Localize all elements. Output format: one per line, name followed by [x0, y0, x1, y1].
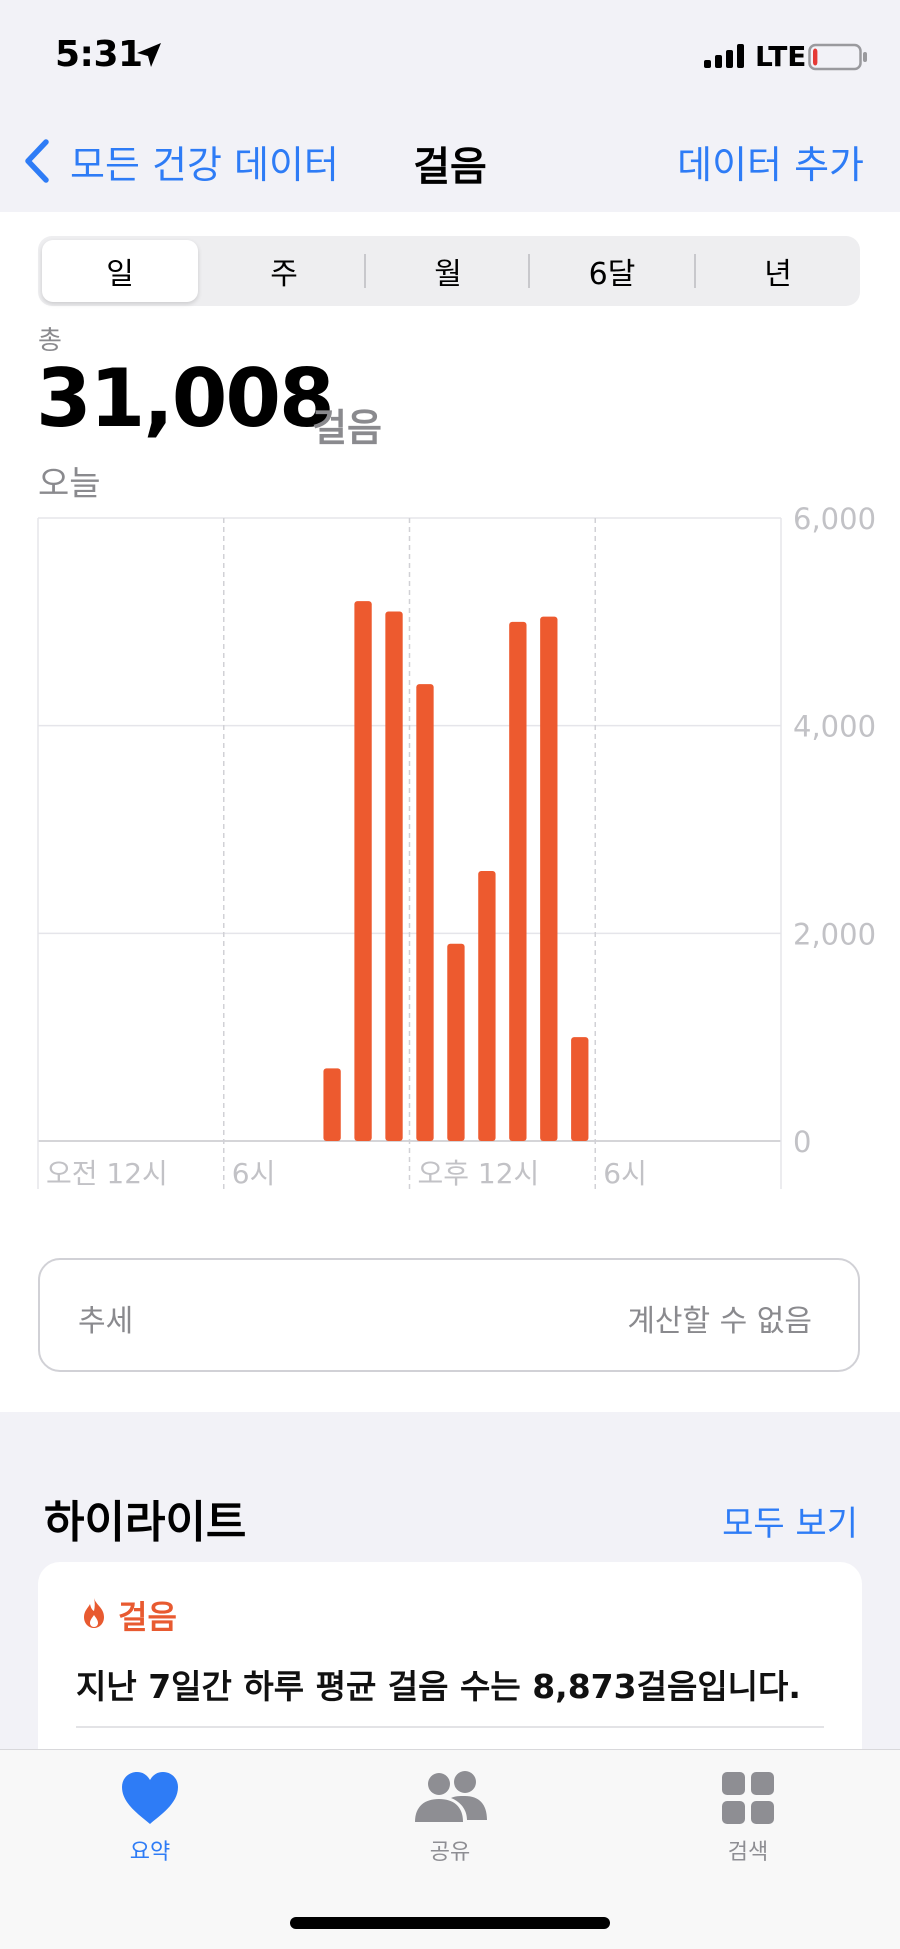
- chart-bar[interactable]: [571, 1037, 589, 1141]
- segment-divider: [364, 254, 366, 288]
- tab-label: 검색: [727, 1840, 769, 1865]
- highlights-title: 하이라이트: [44, 1497, 247, 1548]
- chart-bar[interactable]: [509, 621, 527, 1141]
- x-tick-label: 6시: [232, 1157, 276, 1190]
- y-tick-label: 0: [793, 1125, 811, 1159]
- chart-bar[interactable]: [447, 943, 465, 1141]
- battery-icon: [808, 43, 867, 71]
- x-tick-label: 6시: [603, 1157, 647, 1190]
- time-range-segmented-control: 일 주 월 6달 년: [38, 236, 860, 306]
- y-tick-label: 6,000: [793, 502, 876, 536]
- steps-bar-chart[interactable]: 0 2,000 4,000 6,000 오전 12시 6시 오후 12시 6시: [0, 497, 900, 1217]
- x-tick-label: 오전 12시: [46, 1157, 168, 1190]
- chart-bar[interactable]: [416, 684, 434, 1141]
- grid-icon: [722, 1772, 774, 1824]
- see-all-button[interactable]: 모두 보기: [722, 1496, 858, 1545]
- y-tick-label: 2,000: [793, 917, 876, 951]
- people-icon: [415, 1771, 487, 1822]
- chart-bar[interactable]: [354, 601, 372, 1141]
- y-tick-label: 4,000: [793, 710, 876, 744]
- trend-label: 추세: [78, 1304, 134, 1339]
- total-steps-unit: 걸음: [312, 406, 382, 450]
- status-bar: 5:31 LTE: [0, 0, 900, 110]
- segment-divider: [528, 254, 530, 288]
- chart-bar[interactable]: [540, 616, 558, 1141]
- segment-week[interactable]: 주: [206, 240, 362, 302]
- tab-label: 요약: [129, 1840, 171, 1865]
- total-steps-value: 31,008: [36, 352, 335, 445]
- chart-bar[interactable]: [385, 611, 403, 1141]
- segment-month[interactable]: 월: [370, 240, 526, 302]
- x-tick-label: 오후 12시: [418, 1157, 540, 1190]
- trend-row[interactable]: 추세 계산할 수 없음: [38, 1258, 860, 1372]
- heart-icon: [122, 1772, 178, 1824]
- add-data-button[interactable]: 데이터 추가: [677, 134, 864, 189]
- segment-divider: [694, 254, 696, 288]
- highlight-category: 걸음: [118, 1598, 177, 1636]
- status-time: 5:31: [55, 34, 143, 75]
- highlight-text: 지난 7일간 하루 평균 걸음 수는 8,873걸음입니다.: [76, 1667, 801, 1706]
- trend-value: 계산할 수 없음: [627, 1304, 812, 1339]
- location-arrow-icon: [137, 43, 161, 67]
- segment-year[interactable]: 년: [700, 240, 856, 302]
- tab-label: 공유: [429, 1840, 471, 1865]
- steps-detail-card: 일 주 월 6달 년 총 31,008 걸음 오늘 0 2,000 4,000 6,0…: [0, 212, 900, 1412]
- tab-sharing[interactable]: 공유: [370, 1770, 530, 1866]
- highlight-separator: [76, 1726, 824, 1728]
- chart-bar[interactable]: [323, 1068, 341, 1141]
- navigation-bar: 모든 건강 데이터 걸음 데이터 추가: [0, 110, 900, 212]
- segment-day[interactable]: 일: [42, 240, 198, 302]
- home-indicator: [290, 1917, 610, 1929]
- cellular-signal-icon: [704, 44, 744, 68]
- flame-icon: [84, 1598, 104, 1628]
- segment-six-months[interactable]: 6달: [534, 240, 690, 302]
- tab-summary[interactable]: 요약: [70, 1770, 230, 1866]
- tab-browse[interactable]: 검색: [668, 1770, 828, 1866]
- network-type: LTE: [755, 40, 807, 73]
- chart-bar[interactable]: [478, 871, 496, 1141]
